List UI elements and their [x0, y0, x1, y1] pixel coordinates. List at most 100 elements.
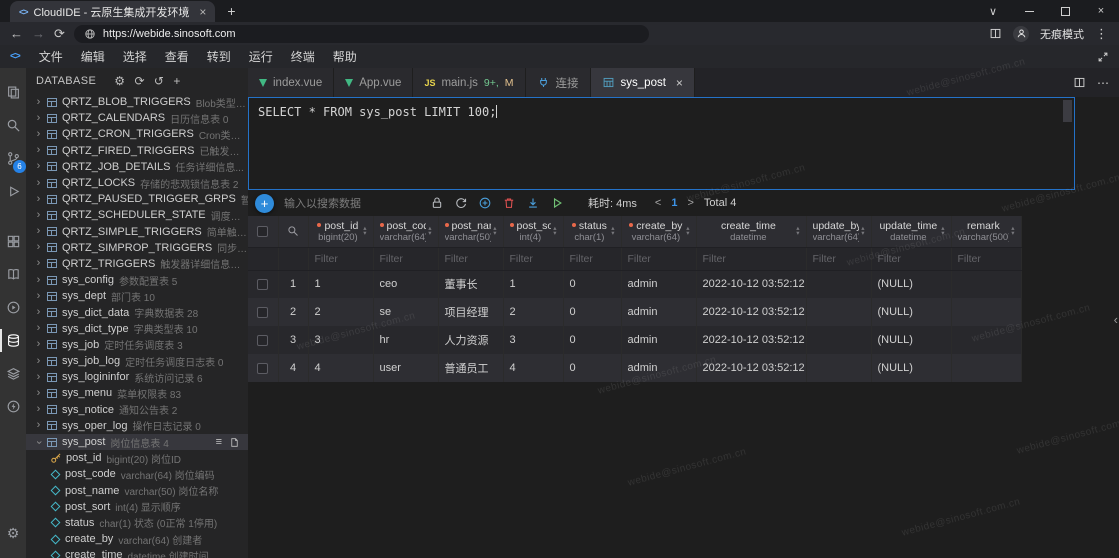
table-item[interactable]: ›QRTZ_TRIGGERS触发器详细信息表 3 [26, 256, 248, 272]
file-icon[interactable] [229, 437, 240, 448]
cell-post-name[interactable]: 普通员工 [438, 354, 503, 382]
cell-post-id[interactable]: 3 [308, 326, 373, 354]
sort-icons[interactable]: ▴▾ [796, 226, 799, 236]
col-header-update-by[interactable]: update_byvarchar(64)▴▾ [806, 216, 871, 247]
cell-create-time[interactable]: 2022-10-12 03:52:12 [696, 298, 806, 326]
add-row-fab-button[interactable]: + [255, 194, 274, 213]
cell-update-time[interactable]: (NULL) [871, 270, 951, 298]
cell-update-time[interactable]: (NULL) [871, 326, 951, 354]
tab-sys-post[interactable]: sys_post× [591, 68, 695, 97]
panel-history-icon[interactable]: ↺ [154, 74, 164, 88]
table-row[interactable]: 3 3 hr 人力资源 3 0 admin 2022-10-12 03:52:1… [248, 326, 1021, 354]
maximize-button[interactable] [1047, 0, 1083, 22]
menu-run[interactable]: 运行 [240, 45, 282, 68]
tab-connection[interactable]: 连接 [526, 68, 591, 97]
tab-index-vue[interactable]: index.vue [248, 68, 334, 97]
field-item[interactable]: post_sortint(4) 显示顺序 [26, 499, 248, 515]
filter-input[interactable]: Filter [308, 247, 373, 270]
list-icon[interactable]: ≡ [216, 436, 222, 448]
run-view-icon[interactable] [0, 293, 26, 322]
current-page[interactable]: 1 [671, 197, 677, 209]
filter-input[interactable]: Filter [373, 247, 438, 270]
filter-input[interactable]: Filter [871, 247, 951, 270]
back-icon[interactable]: ← [10, 27, 23, 40]
database-icon[interactable] [0, 326, 26, 355]
sort-icons[interactable]: ▴▾ [941, 226, 944, 236]
cell-post-sort[interactable]: 1 [503, 270, 563, 298]
close-button[interactable]: × [1083, 0, 1119, 22]
run-debug-icon[interactable] [0, 177, 26, 206]
search-icon[interactable] [0, 111, 26, 140]
source-control-icon[interactable]: 6 [0, 144, 26, 173]
panel-refresh-icon[interactable]: ⟳ [134, 74, 144, 88]
cell-update-time[interactable]: (NULL) [871, 298, 951, 326]
col-header-post-name[interactable]: post_namevarchar(50)▴▾ [438, 216, 503, 247]
filter-input[interactable]: Filter [621, 247, 696, 270]
cell-remark[interactable] [951, 326, 1021, 354]
tab-main-js[interactable]: JSmain.js9+,M [413, 68, 525, 97]
table-item[interactable]: ›sys_dict_type字典类型表 10 [26, 321, 248, 337]
tab-close-icon[interactable]: × [676, 77, 683, 89]
field-item[interactable]: post_codevarchar(64) 岗位编码 [26, 466, 248, 482]
sort-icons[interactable]: ▴▾ [861, 226, 864, 236]
cell-post-id[interactable]: 2 [308, 298, 373, 326]
forward-icon[interactable]: → [32, 27, 45, 40]
row-checkbox[interactable] [257, 363, 268, 374]
cell-post-id[interactable]: 4 [308, 354, 373, 382]
cell-create-by[interactable]: admin [621, 270, 696, 298]
cell-update-time[interactable]: (NULL) [871, 354, 951, 382]
cell-post-code[interactable]: se [373, 298, 438, 326]
cell-post-sort[interactable]: 2 [503, 298, 563, 326]
table-item[interactable]: ›QRTZ_SIMPLE_TRIGGERS简单触发... [26, 224, 248, 240]
lock-icon[interactable] [430, 196, 444, 210]
select-all-cell[interactable] [248, 216, 278, 247]
add-circle-icon[interactable] [478, 196, 492, 210]
sort-icons[interactable]: ▴▾ [363, 226, 366, 236]
scrollbar-thumb[interactable] [1063, 100, 1072, 122]
col-header-create-time[interactable]: create_timedatetime▴▾ [696, 216, 806, 247]
field-item[interactable]: post_namevarchar(50) 岗位名称 [26, 483, 248, 499]
filter-input[interactable]: Filter [438, 247, 503, 270]
cell-status[interactable]: 0 [563, 270, 621, 298]
url-bar[interactable]: https://webide.sinosoft.com [74, 25, 649, 43]
cell-create-time[interactable]: 2022-10-12 03:52:12 [696, 326, 806, 354]
cell-remark[interactable] [951, 354, 1021, 382]
menu-file[interactable]: 文件 [30, 45, 72, 68]
table-item[interactable]: ›sys_job定时任务调度表 3 [26, 337, 248, 353]
run-query-icon[interactable] [550, 196, 564, 210]
sql-editor[interactable]: SELECT * FROM sys_post LIMIT 100; [248, 97, 1075, 190]
col-header-create-by[interactable]: create_byvarchar(64)▴▾ [621, 216, 696, 247]
avatar[interactable] [1013, 26, 1029, 42]
cell-post-code[interactable]: user [373, 354, 438, 382]
new-tab-button[interactable]: + [227, 4, 235, 18]
row-checkbox[interactable] [257, 335, 268, 346]
refresh-icon[interactable]: ⟳ [54, 27, 65, 40]
cell-create-by[interactable]: admin [621, 326, 696, 354]
col-header-post-id[interactable]: post_idbigint(20)▴▾ [308, 216, 373, 247]
table-item[interactable]: ›QRTZ_SIMPROP_TRIGGERS同步机... [26, 240, 248, 256]
table-item[interactable]: ›QRTZ_LOCKS存储的悲观锁信息表 2 [26, 175, 248, 191]
table-item[interactable]: ›QRTZ_SCHEDULER_STATE调度器状... [26, 207, 248, 223]
settings-gear-icon[interactable]: ⚙ [0, 519, 26, 548]
field-item[interactable]: create_byvarchar(64) 创建者 [26, 531, 248, 547]
sync-icon[interactable] [454, 196, 468, 210]
field-item[interactable]: create_timedatetime 创建时间 [26, 547, 248, 558]
col-header-status[interactable]: statuschar(1)▴▾ [563, 216, 621, 247]
right-panel-collapse-icon[interactable]: ‹ [1114, 312, 1118, 327]
layers-icon[interactable] [0, 359, 26, 388]
cell-status[interactable]: 0 [563, 298, 621, 326]
table-item[interactable]: ›sys_notice通知公告表 2 [26, 402, 248, 418]
cell-create-time[interactable]: 2022-10-12 03:52:12 [696, 354, 806, 382]
table-item[interactable]: ›sys_dict_data字典数据表 28 [26, 304, 248, 320]
filter-input[interactable]: Filter [951, 247, 1021, 270]
cell-post-id[interactable]: 1 [308, 270, 373, 298]
table-row[interactable]: 4 4 user 普通员工 4 0 admin 2022-10-12 03:52… [248, 354, 1021, 382]
extensions-icon[interactable] [0, 227, 26, 256]
panel-settings-icon[interactable]: ⚙ [114, 74, 125, 88]
docs-icon[interactable] [0, 260, 26, 289]
tab-app-vue[interactable]: App.vue [334, 68, 413, 97]
field-item[interactable]: statuschar(1) 状态 (0正常 1停用) [26, 515, 248, 531]
table-item-sys-post[interactable]: › sys_post 岗位信息表 4 ≡ [26, 434, 248, 450]
bolt-icon[interactable] [0, 392, 26, 421]
explorer-icon[interactable] [0, 78, 26, 107]
